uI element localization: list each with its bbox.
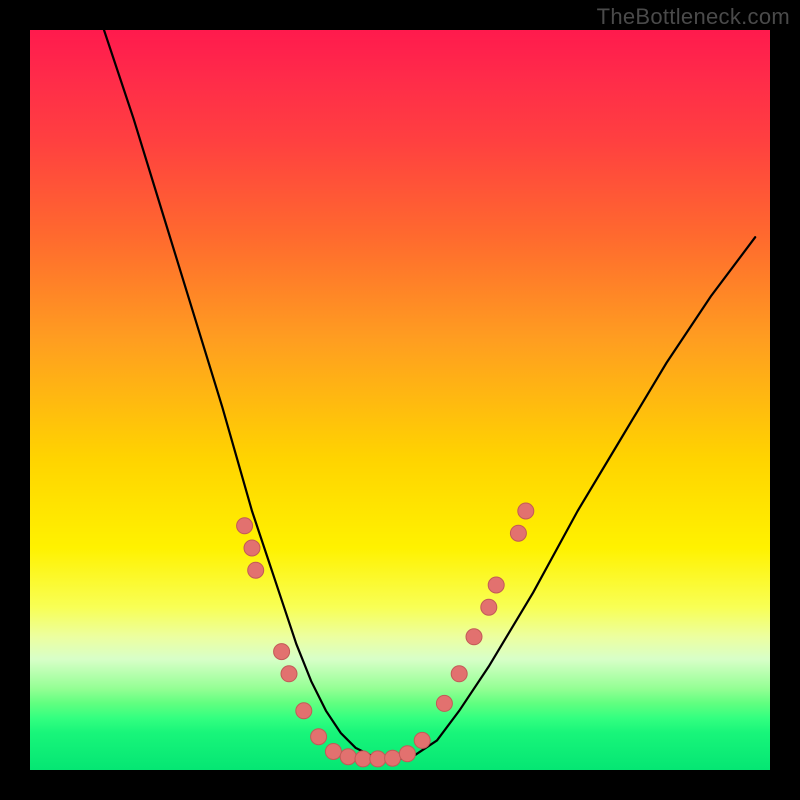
curve-group — [104, 30, 755, 759]
curve-marker — [414, 732, 430, 748]
curve-marker — [466, 629, 482, 645]
curve-marker — [399, 746, 415, 762]
curve-marker — [481, 599, 497, 615]
plot-area — [30, 30, 770, 770]
curve-marker — [244, 540, 260, 556]
curve-marker — [237, 518, 253, 534]
chart-svg — [30, 30, 770, 770]
curve-marker — [248, 562, 264, 578]
curve-marker — [281, 666, 297, 682]
curve-marker — [274, 644, 290, 660]
attribution-label: TheBottleneck.com — [597, 4, 790, 30]
marker-group — [237, 503, 534, 767]
curve-marker — [325, 744, 341, 760]
curve-marker — [436, 695, 452, 711]
curve-marker — [488, 577, 504, 593]
curve-marker — [355, 751, 371, 767]
curve-marker — [510, 525, 526, 541]
curve-marker — [296, 703, 312, 719]
curve-marker — [451, 666, 467, 682]
curve-marker — [385, 750, 401, 766]
bottleneck-curve-path — [104, 30, 755, 759]
curve-marker — [518, 503, 534, 519]
curve-marker — [340, 749, 356, 765]
outer-frame: TheBottleneck.com — [0, 0, 800, 800]
curve-marker — [370, 751, 386, 767]
curve-marker — [311, 729, 327, 745]
